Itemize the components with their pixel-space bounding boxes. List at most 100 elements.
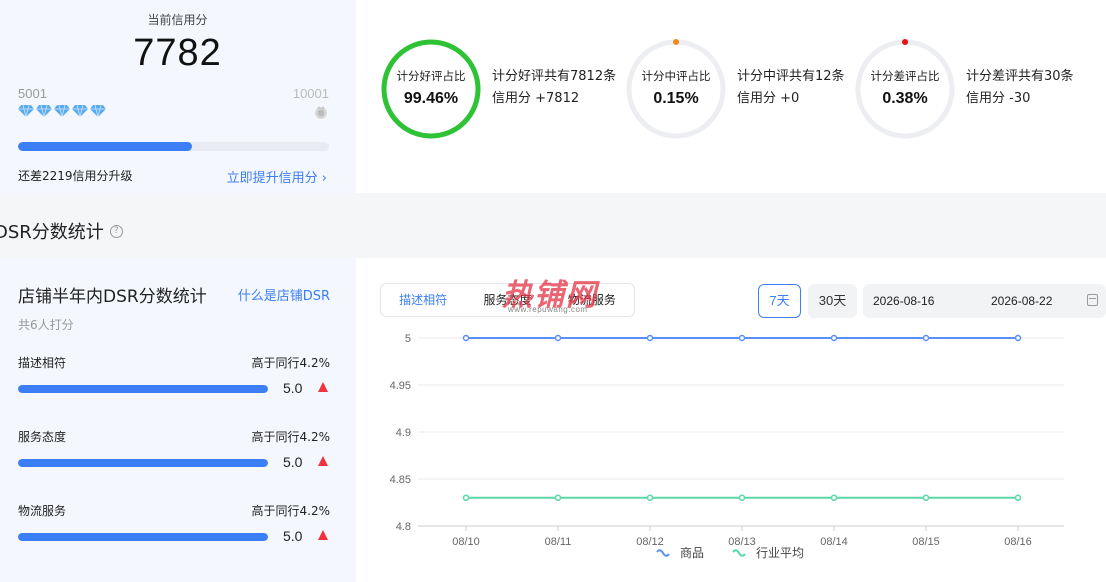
watermark-logo: 热铺网 www.repuwang.com xyxy=(502,270,617,320)
bad-ratio-title: 计分差评占比 xyxy=(870,69,940,83)
legend-product-icon xyxy=(656,548,670,557)
crown-icon xyxy=(315,106,327,119)
data-point xyxy=(830,334,838,342)
credit-score: 7782 xyxy=(133,32,222,74)
data-point xyxy=(462,334,470,342)
dsr-item-bar xyxy=(18,533,268,541)
neutral-count-text: 计分中评共有12条 xyxy=(737,69,845,84)
credit-progress-fill xyxy=(18,142,193,151)
legend-industry-icon xyxy=(732,548,746,557)
question-circle-icon[interactable]: ? xyxy=(109,224,123,238)
credit-remain-text: 还差2219信用分升级 xyxy=(18,169,133,183)
neutral-credit-text: 信用分 +0 xyxy=(737,91,800,106)
diamond-icon xyxy=(54,104,70,118)
upgrade-credit-label: 立即提升信用分 xyxy=(226,171,318,186)
good-credit-text: 信用分 +7812 xyxy=(492,91,580,106)
data-point xyxy=(646,334,654,342)
y-tick-label: 4.95 xyxy=(390,380,411,392)
diamond-icon xyxy=(36,104,52,118)
dsr-item-name: 服务态度 xyxy=(18,430,67,444)
legend-item-industry[interactable]: 行业平均 xyxy=(732,544,804,561)
good-ratio-desc: 计分好评共有7812条 信用分 +7812 xyxy=(492,66,616,110)
arrow-up-icon xyxy=(318,382,328,392)
chart-legend: 商品 行业平均 xyxy=(656,544,804,561)
arrow-up-icon xyxy=(318,530,328,540)
x-tick-label: 08/15 xyxy=(912,536,940,548)
data-point xyxy=(922,494,930,502)
data-point xyxy=(554,494,562,502)
date-range-picker[interactable]: 2026-08-16 2026-08-22 xyxy=(863,284,1106,318)
dsr-item-service: 服务态度 高于同行4.2% 5.0 xyxy=(18,428,330,488)
good-ratio-value: 99.46% xyxy=(403,90,459,107)
bad-ratio-value: 0.38% xyxy=(882,90,928,107)
good-ratio-arc xyxy=(381,39,481,139)
dsr-heading-text: DSR分数统计 xyxy=(0,222,104,243)
dsr-section-heading: DSR分数统计 ? xyxy=(0,218,123,244)
arrow-up-icon xyxy=(318,456,328,466)
data-point xyxy=(646,494,654,502)
dsr-item-bar xyxy=(18,459,268,467)
bad-credit-text: 信用分 -30 xyxy=(966,91,1031,106)
y-tick-label: 4.9 xyxy=(396,427,411,439)
data-point xyxy=(738,494,746,502)
x-tick-label: 08/10 xyxy=(452,536,480,548)
good-ratio-title: 计分好评占比 xyxy=(396,69,466,83)
calendar-icon[interactable] xyxy=(1087,294,1098,306)
x-tick-label: 08/11 xyxy=(545,536,572,548)
data-point xyxy=(738,334,746,342)
date-end[interactable]: 2026-08-22 xyxy=(991,294,1052,308)
dsr-item-name: 描述相符 xyxy=(18,356,67,370)
dsr-item-compare: 高于同行4.2% xyxy=(251,430,331,444)
x-tick-label: 08/16 xyxy=(1004,536,1032,548)
neutral-ratio-ring xyxy=(626,39,726,139)
y-tick-label: 4.8 xyxy=(396,521,411,533)
legend-item-product[interactable]: 商品 xyxy=(656,544,704,561)
rater-count: 共6人打分 xyxy=(18,318,74,332)
dsr-trend-card: 5 4.95 4.9 4.85 4.8 08/10 08/11 08/12 08/13 08/14… xyxy=(356,258,1106,582)
tab-description[interactable]: 描述相符 xyxy=(381,284,465,316)
watermark-url: www.repuwang.com xyxy=(508,305,588,314)
dsr-item-bar-fill xyxy=(18,459,268,467)
y-tick-label: 4.85 xyxy=(390,474,411,486)
diamond-icon xyxy=(18,104,34,118)
date-start[interactable]: 2026-08-16 xyxy=(873,294,934,308)
dsr-item-compare: 高于同行4.2% xyxy=(251,356,331,370)
level-min: 5001 xyxy=(18,86,47,101)
dsr-item-bar-fill xyxy=(18,533,268,541)
data-point xyxy=(1014,334,1022,342)
legend-industry-label: 行业平均 xyxy=(756,546,805,560)
credit-label: 当前信用分 xyxy=(147,13,208,27)
dsr-card-title: 店铺半年内DSR分数统计 xyxy=(18,287,207,307)
data-point xyxy=(1014,494,1022,502)
good-ratio-ring xyxy=(381,39,481,139)
data-point xyxy=(922,334,930,342)
credit-progress-bar xyxy=(18,142,329,151)
neutral-ratio-value: 0.15% xyxy=(653,90,699,107)
dsr-item-score: 5.0 xyxy=(283,454,303,470)
dsr-summary-card: 店铺半年内DSR分数统计 什么是店铺DSR 共6人打分 描述相符 高于同行4.2… xyxy=(0,258,355,582)
y-tick-label: 5 xyxy=(405,333,411,345)
legend-product-label: 商品 xyxy=(680,546,705,560)
data-point xyxy=(462,494,470,502)
dsr-item-compare: 高于同行4.2% xyxy=(251,504,331,518)
range-30-days-button[interactable]: 30天 xyxy=(808,284,857,318)
x-tick-label: 08/14 xyxy=(820,536,848,548)
diamond-level xyxy=(18,104,106,118)
neutral-ratio-title: 计分中评占比 xyxy=(641,69,711,83)
data-point xyxy=(554,334,562,342)
what-is-dsr-link[interactable]: 什么是店铺DSR xyxy=(238,285,330,304)
upgrade-credit-link[interactable]: 立即提升信用分 › xyxy=(227,167,327,186)
bad-ratio-ring xyxy=(855,39,955,139)
data-point xyxy=(830,494,838,502)
bad-ratio-desc: 计分差评共有30条 信用分 -30 xyxy=(966,66,1074,110)
dsr-item-bar-fill xyxy=(18,385,268,393)
dsr-item-name: 物流服务 xyxy=(18,504,67,518)
range-7-days-button[interactable]: 7天 xyxy=(758,284,801,318)
chevron-right-icon: › xyxy=(321,171,327,186)
good-count-text: 计分好评共有7812条 xyxy=(492,69,617,84)
bad-count-text: 计分差评共有30条 xyxy=(966,69,1074,84)
dsr-item-score: 5.0 xyxy=(283,528,303,544)
diamond-icon xyxy=(90,104,106,118)
level-max: 10001 xyxy=(292,86,329,101)
dsr-item-logistics: 物流服务 高于同行4.2% 5.0 xyxy=(18,502,330,562)
